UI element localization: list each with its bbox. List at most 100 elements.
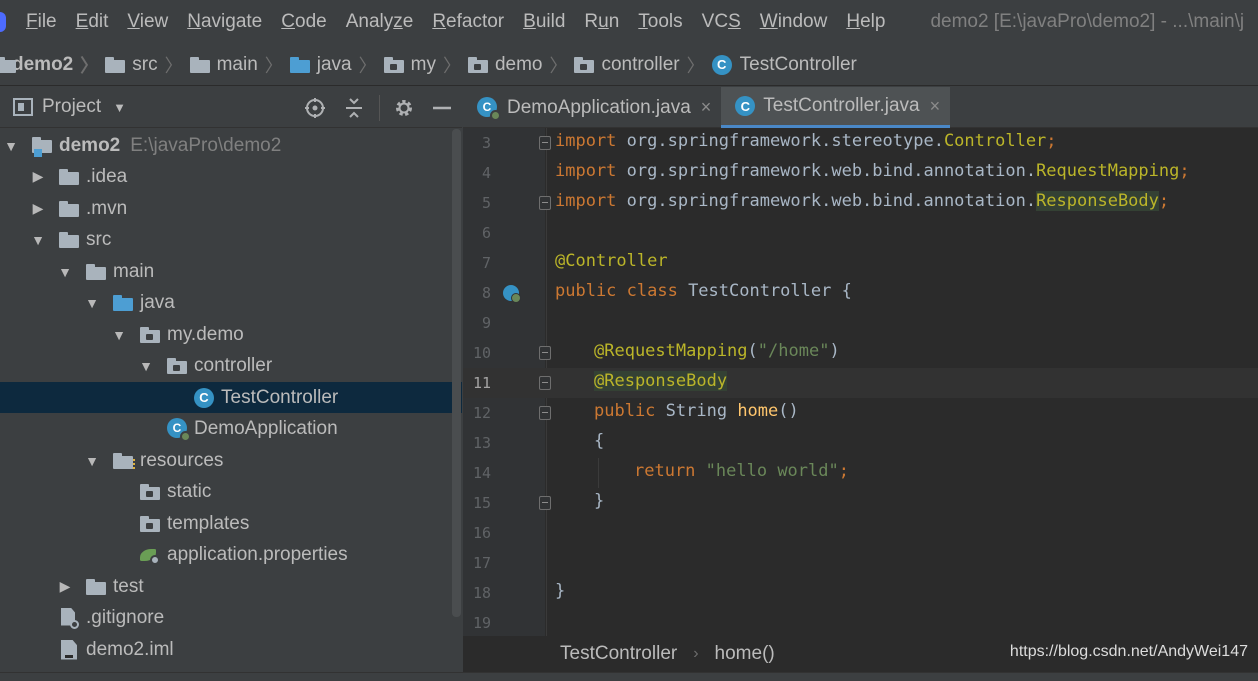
code-text: } — [555, 581, 566, 601]
module-folder-icon — [0, 56, 16, 73]
tree-item-static[interactable]: static — [0, 476, 462, 507]
tree-item-label: templates — [167, 512, 250, 534]
breadcrumb-method[interactable]: home() — [715, 643, 775, 665]
tree-item-test[interactable]: ▶ test — [0, 571, 462, 602]
line-number: 19 — [472, 614, 491, 632]
line-number: 13 — [472, 434, 491, 452]
crumb-demo2[interactable]: demo2 〉 — [0, 52, 105, 78]
tab-label: TestController.java — [763, 95, 920, 116]
tree-item-templates[interactable]: templates — [0, 508, 462, 539]
chevron-down-icon[interactable]: ▼ — [31, 232, 45, 248]
chevron-right-icon: 〉 — [686, 55, 705, 76]
code-text: import org.springframework.web.bind.anno… — [555, 191, 1170, 211]
fold-marker-icon[interactable] — [539, 196, 551, 210]
tree-item-src[interactable]: ▼ src — [0, 224, 462, 255]
hide-panel-icon[interactable] — [430, 96, 454, 120]
collapse-all-icon[interactable] — [342, 96, 366, 120]
crumb-testcontroller[interactable]: C TestController — [711, 54, 857, 76]
menu-vcs[interactable]: VCS — [702, 11, 741, 33]
breadcrumb-class[interactable]: TestController — [560, 643, 677, 665]
code-line: 15 } — [463, 488, 1258, 518]
chevron-right-icon: 〉 — [442, 55, 461, 76]
menu-code[interactable]: Code — [281, 11, 326, 33]
tree-item-gitignore[interactable]: .gitignore — [0, 602, 462, 633]
menu-help[interactable]: Help — [846, 11, 885, 33]
tree-item-resources[interactable]: ▼ resources — [0, 445, 462, 476]
tab-demoapplication[interactable]: C DemoApplication.java × — [463, 87, 721, 128]
code-line: 7 @Controller — [463, 248, 1258, 278]
menu-edit[interactable]: Edit — [76, 11, 109, 33]
folder-icon — [140, 515, 160, 532]
line-number: 12 — [472, 404, 491, 422]
menu-navigate[interactable]: Navigate — [187, 11, 262, 33]
tree-item-java[interactable]: ▼ java — [0, 287, 462, 318]
fold-marker-icon[interactable] — [539, 496, 551, 510]
chevron-down-icon[interactable]: ▼ — [85, 295, 99, 311]
tree-item-demo2[interactable]: ▼ demo2 E:\javaPro\demo2 — [0, 130, 462, 161]
gear-icon[interactable] — [392, 96, 416, 120]
chevron-right-icon[interactable]: ▶ — [31, 168, 45, 185]
menu-build[interactable]: Build — [523, 11, 565, 33]
project-view-selector[interactable]: Project — [42, 96, 101, 118]
chevron-down-icon[interactable]: ▼ — [4, 138, 18, 154]
folder-icon — [189, 56, 210, 73]
menu-run[interactable]: Run — [584, 11, 619, 33]
tree-item-label: my.demo — [167, 323, 244, 345]
spring-boot-class-icon: C — [167, 417, 191, 442]
menu-view[interactable]: View — [127, 11, 168, 33]
crumb-label: demo — [494, 53, 543, 75]
chevron-right-icon: 〉 — [80, 55, 99, 76]
close-icon[interactable]: × — [701, 97, 712, 118]
tab-testcontroller[interactable]: C TestController.java × — [721, 87, 951, 128]
tree-item-demoapplication[interactable]: C DemoApplication — [0, 413, 462, 444]
locate-target-icon[interactable] — [303, 96, 327, 120]
code-line: 6 — [463, 218, 1258, 248]
fold-marker-icon[interactable] — [539, 376, 551, 390]
fold-marker-icon[interactable] — [539, 136, 551, 150]
ignore-file-icon — [61, 607, 79, 629]
code-line: 4 import org.springframework.web.bind.an… — [463, 158, 1258, 188]
tree-item-controller[interactable]: ▼ controller — [0, 350, 462, 381]
fold-marker-icon[interactable] — [539, 346, 551, 360]
code-line-current: 11 @ResponseBody — [463, 368, 1258, 398]
tree-item-application-properties[interactable]: application.properties — [0, 539, 462, 570]
folder-icon — [59, 168, 79, 185]
crumb-my[interactable]: my 〉 — [383, 52, 468, 78]
tree-item-my-demo[interactable]: ▼ my.demo — [0, 319, 462, 350]
chevron-down-icon[interactable]: ▼ — [112, 327, 126, 343]
tree-item-mvn[interactable]: ▶ .mvn — [0, 193, 462, 224]
menu-window[interactable]: Window — [760, 11, 828, 33]
crumb-label: demo2 — [12, 53, 74, 75]
tree-item-testcontroller[interactable]: C TestController — [0, 382, 462, 413]
intellij-app-icon[interactable] — [0, 12, 6, 32]
close-icon[interactable]: × — [930, 96, 941, 117]
tree-item-label: java — [140, 291, 175, 313]
folder-icon — [140, 483, 160, 500]
package-icon — [467, 56, 488, 73]
code-editor[interactable]: 3 import org.springframework.stereotype.… — [463, 128, 1258, 636]
chevron-down-icon[interactable]: ▼ — [58, 264, 72, 280]
chevron-right-icon[interactable]: ▶ — [31, 200, 45, 217]
chevron-down-icon[interactable]: ▼ — [85, 453, 99, 469]
crumb-controller[interactable]: controller 〉 — [574, 52, 711, 78]
crumb-src[interactable]: src 〉 — [105, 52, 189, 78]
menu-refactor[interactable]: Refactor — [432, 11, 504, 33]
fold-marker-icon[interactable] — [539, 406, 551, 420]
crumb-demo[interactable]: demo 〉 — [467, 52, 575, 78]
crumb-java[interactable]: java 〉 — [289, 52, 384, 78]
tree-item-label: main — [113, 260, 155, 282]
crumb-label: src — [132, 53, 158, 75]
chevron-down-icon[interactable]: ▼ — [113, 100, 126, 115]
tree-item-demo2-iml[interactable]: demo2.iml — [0, 634, 462, 665]
tree-item-main[interactable]: ▼ main — [0, 256, 462, 287]
spring-bean-gutter-icon[interactable] — [503, 285, 521, 303]
code-line: 16 — [463, 518, 1258, 548]
menu-analyze[interactable]: Analyze — [346, 11, 414, 33]
tree-item-idea[interactable]: ▶ .idea — [0, 161, 462, 192]
project-scrollbar[interactable] — [452, 129, 461, 617]
chevron-right-icon[interactable]: ▶ — [58, 578, 72, 595]
menu-tools[interactable]: Tools — [638, 11, 682, 33]
menu-file[interactable]: File — [26, 11, 57, 33]
chevron-down-icon[interactable]: ▼ — [139, 358, 153, 374]
crumb-main[interactable]: main 〉 — [189, 52, 290, 78]
